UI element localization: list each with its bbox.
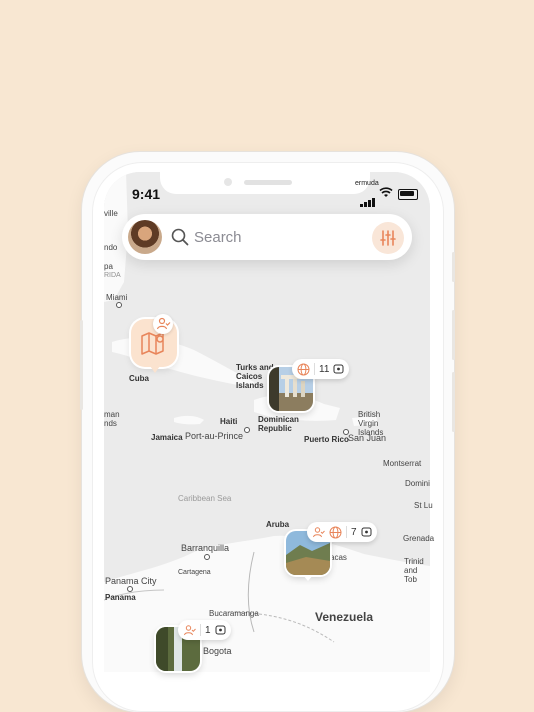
map-label-montserrat: Montserrat <box>383 459 422 468</box>
globe-icon <box>297 363 310 375</box>
city-dot <box>127 586 133 592</box>
avatar[interactable] <box>128 220 162 254</box>
map-label-venezuela: Venezuela <box>315 610 374 624</box>
marker-stats[interactable]: 11 <box>292 359 350 379</box>
map-label-dominican-republic: Dominican Republic <box>258 415 299 433</box>
search-icon <box>171 228 189 246</box>
map-label: man nds <box>104 410 120 428</box>
map-label-grenada: Grenada <box>403 534 435 543</box>
map-label-bucaramanga: Bucaramanga <box>209 609 259 618</box>
person-check-icon <box>313 526 325 537</box>
map-label-panama-city: Panama City <box>105 576 157 586</box>
marker-count: 7 <box>351 526 357 538</box>
person-check-icon <box>156 317 171 330</box>
wifi-icon <box>379 187 393 197</box>
signal-icon <box>360 189 376 207</box>
city-dot <box>204 554 210 560</box>
marker-count: 1 <box>205 624 211 636</box>
map-label: RIDA <box>104 272 121 279</box>
search-input[interactable]: Search <box>194 229 242 246</box>
chat-star-icon <box>361 527 372 536</box>
battery-icon <box>398 189 418 200</box>
marker-stats[interactable]: 7 <box>307 522 377 542</box>
map-label-miami: Miami <box>106 293 128 302</box>
city-dot <box>244 427 250 433</box>
map-label-aruba: Aruba <box>266 520 290 529</box>
map-label: Domini <box>405 479 430 488</box>
camera <box>224 178 232 186</box>
map-label-bogota: Bogota <box>203 646 232 656</box>
sliders-icon <box>380 230 396 246</box>
globe-icon <box>329 526 342 538</box>
speaker <box>244 180 292 185</box>
map-label-puerto-rico: Puerto Rico <box>304 435 349 444</box>
status-time: 9:41 <box>132 186 161 202</box>
person-check-badge <box>153 314 173 334</box>
city-dot <box>116 302 122 308</box>
marker-pointer <box>303 575 313 581</box>
chat-star-icon <box>215 625 226 634</box>
filter-button[interactable] <box>372 222 404 254</box>
map-label-haiti: Haiti <box>220 417 238 426</box>
phone-notch <box>160 164 370 194</box>
map-label-san-juan: San Juan <box>348 433 387 443</box>
side-button <box>452 252 455 282</box>
side-button <box>452 372 455 432</box>
map-label: pa <box>104 262 113 271</box>
map-label-cartagena: Cartagena <box>178 569 211 576</box>
chat-star-icon <box>333 364 344 373</box>
map-label-jamaica: Jamaica <box>151 433 183 442</box>
marker-stats[interactable]: 1 <box>178 620 231 640</box>
map-label: St Lu <box>414 501 433 510</box>
map-label-barranquilla: Barranquilla <box>181 543 230 553</box>
map-label-cuba: Cuba <box>129 374 149 383</box>
person-check-icon <box>184 624 196 635</box>
map-label-panama: Panama <box>105 593 136 602</box>
search-bar[interactable] <box>122 214 412 260</box>
map-label-caribbean-sea: Caribbean Sea <box>178 494 232 503</box>
status-carrier: ermuda <box>355 180 379 187</box>
side-button <box>452 310 455 360</box>
side-button <box>80 320 83 410</box>
map-label-trinidad: Trinid and Tob <box>404 557 424 584</box>
map-label-caracas: acas <box>330 553 347 562</box>
map-label: ville <box>104 209 118 218</box>
map-label-port-au-prince: Port-au-Prince <box>185 431 244 441</box>
map-label: ndo <box>104 243 118 252</box>
marker-count: 11 <box>319 363 330 375</box>
